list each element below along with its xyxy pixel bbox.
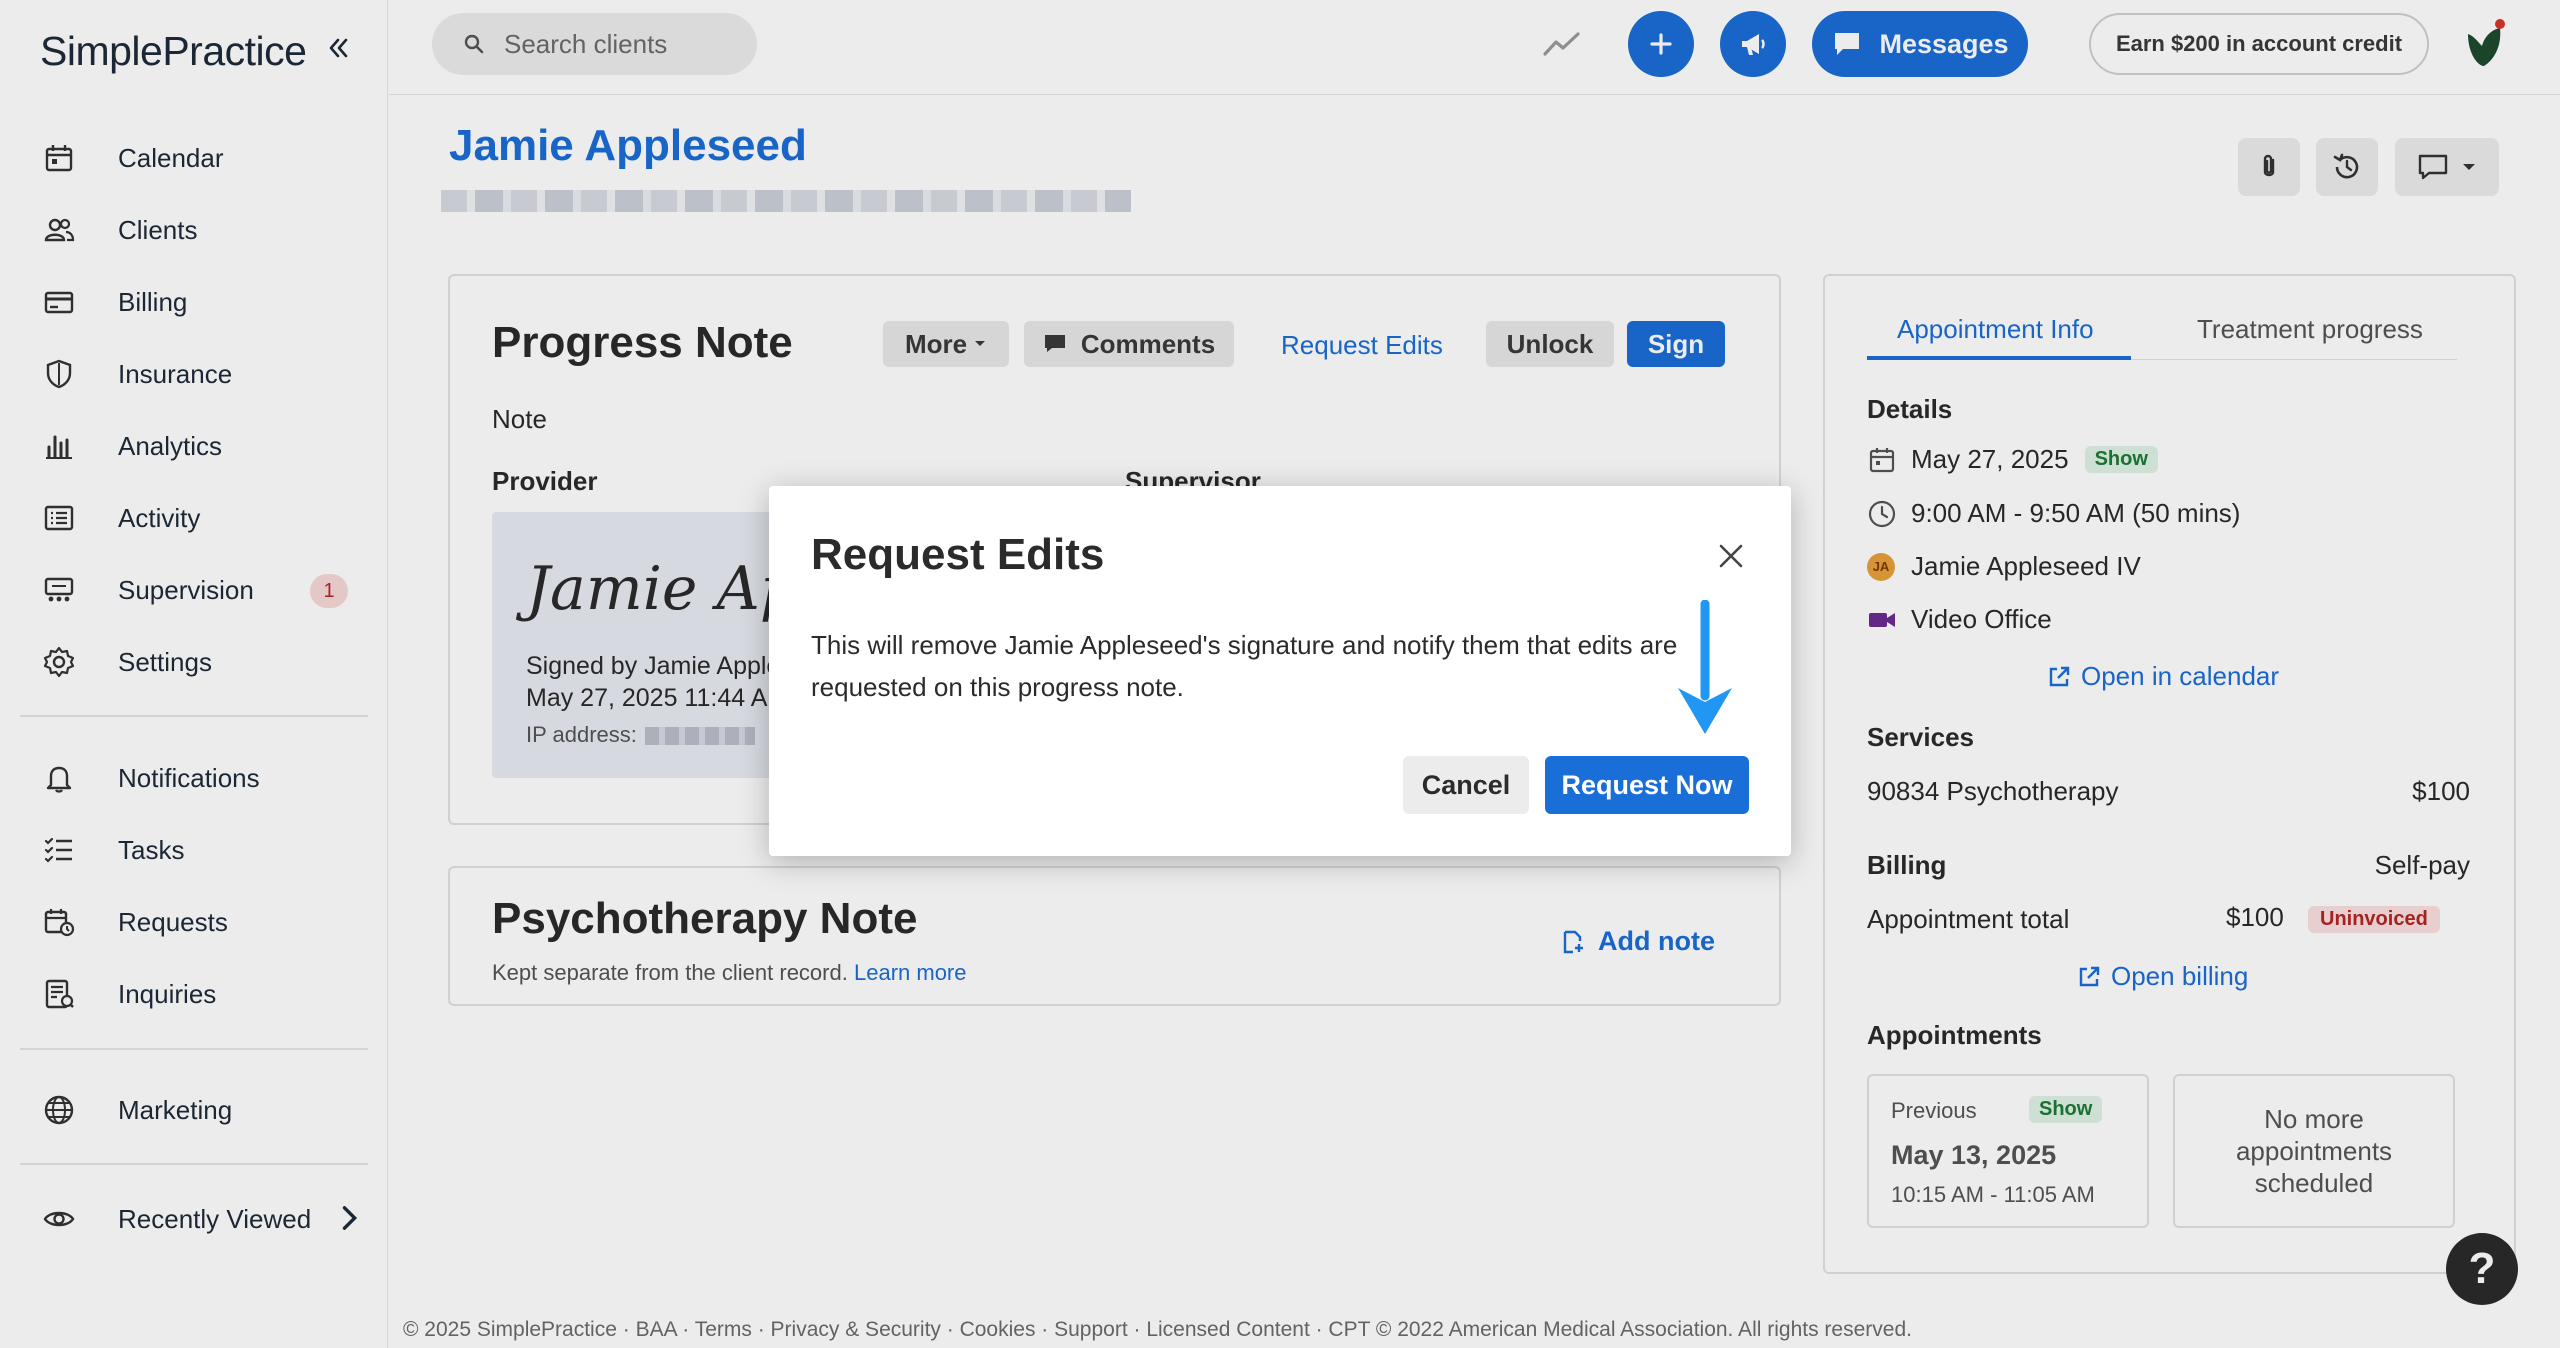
cancel-button[interactable]: Cancel	[1403, 756, 1529, 814]
close-icon[interactable]	[1711, 536, 1751, 576]
request-edits-dialog: Request Edits This will remove Jamie App…	[769, 486, 1791, 856]
dialog-body: This will remove Jamie Appleseed's signa…	[811, 630, 1678, 702]
pointer-arrow-icon	[1678, 600, 1732, 734]
dialog-title: Request Edits	[811, 530, 1105, 579]
request-now-button[interactable]: Request Now	[1545, 756, 1749, 814]
